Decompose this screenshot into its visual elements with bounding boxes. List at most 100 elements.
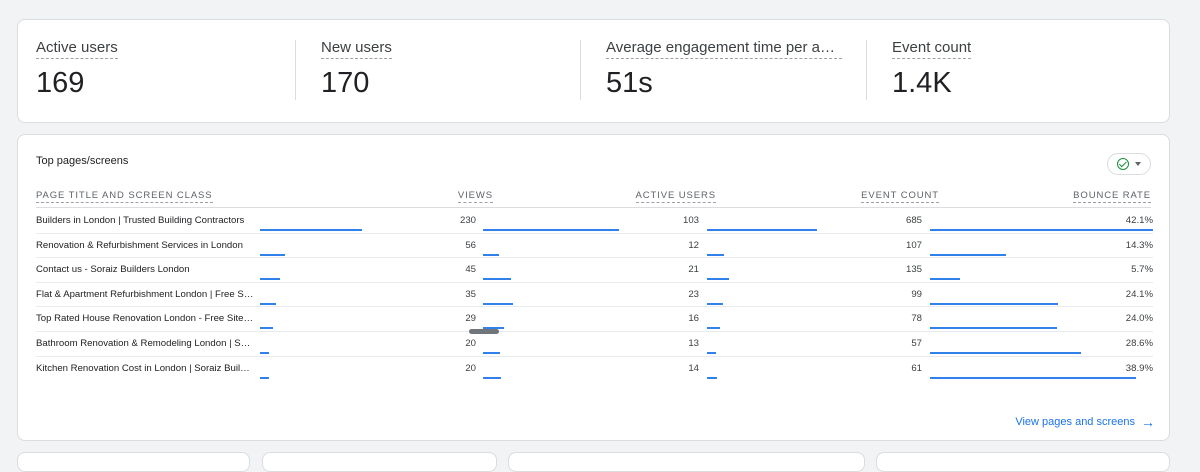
active-users-cell: 14 [688,362,699,374]
bounce-rate-bar [930,302,1058,305]
horizontal-scrollbar-thumb[interactable] [469,329,499,334]
bounce-rate-cell: 42.1% [1125,215,1153,226]
caret-down-icon [1135,162,1141,166]
active-users-bar [483,278,511,281]
column-header-bounce-rate[interactable]: BOUNCE RATE [1073,190,1151,203]
views-cell: 29 [465,313,476,325]
card-title: Top pages/screens [36,155,129,167]
page-title-cell: Renovation & Refurbishment Services in L… [36,239,243,251]
event-count-cell: 61 [911,362,922,374]
page-title-cell: Top Rated House Renovation London - Free… [36,313,254,325]
column-header-page-title[interactable]: PAGE TITLE AND SCREEN CLASS [36,190,213,203]
page-title-cell: Flat & Apartment Refurbishment London | … [36,288,254,300]
bounce-rate-bar [930,376,1137,379]
event-count-bar [707,253,725,256]
view-pages-link[interactable]: View pages and screens → [1015,415,1155,429]
metric-new-users[interactable]: New users 170 [321,20,581,124]
active-users-cell: 21 [688,264,699,276]
active-users-bar [483,302,514,305]
metric-label[interactable]: Active users [36,39,118,59]
bounce-rate-cell: 38.9% [1125,362,1153,374]
metric-divider [580,40,581,100]
active-users-cell: 12 [688,239,699,251]
event-count-cell: 57 [911,338,922,349]
arrow-right-icon[interactable]: → [1141,415,1155,429]
page-title-cell: Kitchen Renovation Cost in London | Sora… [36,362,254,374]
event-count-bar [707,376,717,379]
bounce-rate-bar [930,253,1006,256]
views-cell: 35 [465,288,476,300]
metric-active-users[interactable]: Active users 169 [36,20,296,124]
table-row[interactable]: Flat & Apartment Refurbishment London | … [36,283,1153,308]
metric-label[interactable]: Event count [892,39,972,59]
event-count-cell: 135 [905,264,922,276]
views-cell: 230 [459,215,476,226]
page-title-cell: Builders in London | Trusted Building Co… [36,215,245,226]
table-row[interactable]: Contact us - Soraiz Builders London 45 21 1… [36,258,1153,283]
views-bar [260,278,280,281]
event-count-bar [707,229,817,231]
views-cell: 20 [465,338,476,349]
table-row[interactable]: Renovation & Refurbishment Services in L… [36,234,1153,259]
filter-button[interactable] [1107,153,1151,175]
bounce-rate-bar [930,327,1058,330]
event-count-bar [707,278,729,281]
active-users-bar [483,352,501,354]
view-pages-link-label[interactable]: View pages and screens [1015,416,1135,428]
bounce-rate-bar [930,352,1082,354]
column-header-views[interactable]: VIEWS [457,190,493,203]
event-count-cell: 685 [905,215,922,226]
metric-divider [295,40,296,100]
table-row[interactable]: Bathroom Renovation & Remodeling London … [36,332,1153,357]
metric-engagement-time[interactable]: Average engagement time per active user … [606,20,867,124]
metric-label[interactable]: Average engagement time per active user [606,39,842,59]
metric-value: 1.4K [892,67,952,99]
bounce-rate-cell: 24.1% [1125,288,1153,300]
bounce-rate-cell: 28.6% [1125,338,1153,349]
bounce-rate-cell: 5.7% [1131,264,1153,276]
check-circle-icon [1117,158,1129,170]
views-bar [260,376,269,379]
page-title-cell: Bathroom Renovation & Remodeling London … [36,338,254,349]
metric-divider [866,40,867,100]
views-cell: 20 [465,362,476,374]
metric-label[interactable]: New users [321,39,392,59]
views-bar [260,352,269,354]
active-users-bar [483,229,619,231]
active-users-cell: 23 [688,288,699,300]
table-row[interactable]: Kitchen Renovation Cost in London | Sora… [36,357,1153,382]
top-pages-card: Top pages/screens PAGE TITLE AND SCREEN … [17,134,1170,441]
active-users-cell: 13 [688,338,699,349]
page-title-cell: Contact us - Soraiz Builders London [36,264,190,276]
active-users-bar [483,253,499,256]
bounce-rate-bar [930,229,1153,231]
bounce-rate-cell: 24.0% [1125,313,1153,325]
views-bar [260,302,276,305]
table-row[interactable]: Top Rated House Renovation London - Free… [36,307,1153,332]
views-cell: 56 [465,239,476,251]
active-users-cell: 16 [688,313,699,325]
views-cell: 45 [465,264,476,276]
bottom-card [262,452,497,472]
metric-value: 51s [606,67,653,99]
metric-value: 170 [321,67,370,99]
table-row[interactable]: Builders in London | Trusted Building Co… [36,209,1153,234]
metric-value: 169 [36,67,85,99]
event-count-bar [707,352,717,354]
event-count-cell: 78 [911,313,922,325]
bottom-card [17,452,250,472]
column-header-active-users[interactable]: ACTIVE USERS [635,190,716,203]
views-bar [260,327,273,330]
bottom-card [508,452,865,472]
views-bar [260,253,285,256]
event-count-bar [707,302,723,305]
bottom-card [876,452,1170,472]
metric-event-count[interactable]: Event count 1.4K [892,20,1152,124]
column-header-event-count[interactable]: EVENT COUNT [861,190,939,203]
bounce-rate-bar [930,278,961,281]
event-count-cell: 107 [905,239,922,251]
bounce-rate-cell: 14.3% [1125,239,1153,251]
views-bar [260,229,362,231]
active-users-bar [483,376,502,379]
event-count-cell: 99 [911,288,922,300]
